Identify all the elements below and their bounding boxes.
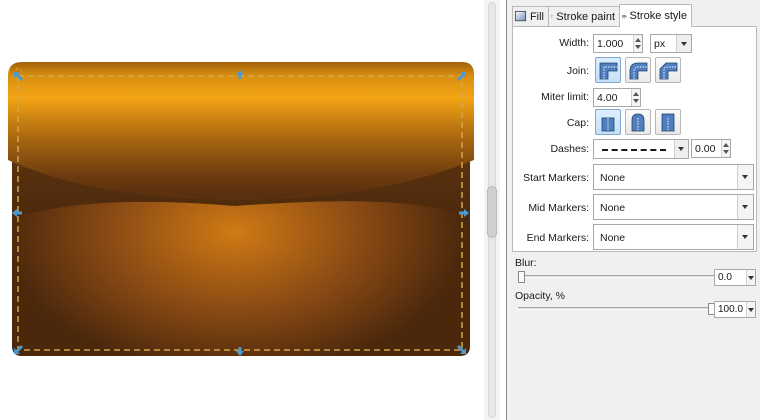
fill-swatch-icon	[515, 10, 527, 22]
end-markers-select[interactable]: None	[593, 224, 754, 250]
width-spinbox[interactable]: 1.000	[593, 34, 643, 53]
stroke-style-icon	[622, 14, 627, 18]
wallet-body	[12, 201, 470, 356]
stroke-style-page: Width: 1.000 px Join: Miter limit: 4.00 …	[512, 26, 757, 252]
miter-spin-arrows[interactable]	[631, 89, 640, 106]
fill-and-stroke-panel: Fill Stroke paint Stroke style Width: 1.…	[507, 0, 760, 420]
blur-slider-track[interactable]	[518, 275, 715, 278]
miter-limit-spinbox[interactable]: 4.00	[593, 88, 641, 107]
miter-join-button[interactable]	[595, 57, 621, 83]
round-join-button[interactable]	[625, 57, 651, 83]
blur-value-spinbox[interactable]: 0.0	[714, 269, 756, 286]
round-join-icon	[629, 62, 648, 80]
blur-slider-thumb[interactable]	[518, 271, 525, 283]
opacity-value: 100.0	[718, 304, 744, 315]
butt-cap-icon	[601, 117, 615, 132]
butt-cap-button[interactable]	[595, 109, 621, 135]
unit-value: px	[654, 38, 666, 50]
miter-limit-label: Miter limit:	[541, 91, 589, 103]
miter-limit-value: 4.00	[597, 92, 618, 104]
dash-pattern-select[interactable]	[593, 139, 689, 159]
dash-offset-spinbox[interactable]: 0.00	[691, 139, 731, 158]
scrollbar-thumb[interactable]	[487, 186, 497, 238]
start-markers-value: None	[600, 172, 626, 184]
start-markers-dropdown-arrow[interactable]	[737, 165, 753, 189]
mid-markers-value: None	[600, 202, 626, 214]
wallet-artwork[interactable]	[0, 0, 484, 420]
unit-select[interactable]: px	[650, 34, 692, 53]
start-markers-select[interactable]: None	[593, 164, 754, 190]
width-value: 1.000	[597, 38, 624, 50]
blur-spin-arrow[interactable]	[746, 270, 755, 285]
dash-offset-value: 0.00	[695, 143, 716, 155]
unit-dropdown-arrow[interactable]	[676, 35, 691, 52]
width-label: Width:	[559, 37, 589, 49]
stroke-paint-swatch-icon	[551, 15, 554, 18]
tab-fill-label: Fill	[529, 10, 544, 23]
start-markers-label: Start Markers:	[523, 172, 589, 184]
square-cap-button[interactable]	[655, 109, 681, 135]
tab-stroke-style[interactable]: Stroke style	[619, 4, 692, 27]
tab-stroke-paint-label: Stroke paint	[556, 10, 615, 23]
cap-label: Cap:	[566, 117, 589, 129]
blur-label: Blur:	[515, 257, 537, 269]
end-markers-dropdown-arrow[interactable]	[737, 225, 753, 249]
blur-value: 0.0	[718, 272, 732, 283]
mid-markers-dropdown-arrow[interactable]	[737, 195, 753, 219]
join-label: Join:	[566, 65, 589, 77]
end-markers-value: None	[600, 232, 626, 244]
width-spin-arrows[interactable]	[633, 35, 642, 52]
end-markers-label: End Markers:	[526, 232, 589, 244]
drawing-canvas[interactable]	[0, 0, 484, 420]
tab-stroke-paint[interactable]: Stroke paint	[548, 6, 620, 26]
dash-dropdown-arrow[interactable]	[674, 140, 688, 158]
bevel-join-icon	[659, 62, 678, 80]
opacity-slider-track[interactable]	[518, 307, 715, 310]
bevel-join-button[interactable]	[655, 57, 681, 83]
dash-pattern-preview	[602, 149, 666, 151]
opacity-label: Opacity, %	[515, 290, 565, 302]
round-cap-button[interactable]	[625, 109, 651, 135]
wallet-flap	[8, 62, 474, 200]
round-cap-icon	[631, 113, 645, 132]
tab-fill[interactable]: Fill	[512, 6, 549, 26]
opacity-spin-arrow[interactable]	[746, 302, 755, 317]
tab-stroke-style-label: Stroke style	[629, 10, 687, 22]
square-cap-icon	[661, 113, 675, 132]
dash-offset-spin-arrows[interactable]	[721, 140, 730, 157]
canvas-vertical-scrollbar[interactable]	[484, 0, 500, 420]
dashes-label: Dashes:	[550, 143, 589, 155]
mid-markers-label: Mid Markers:	[528, 202, 589, 214]
miter-join-icon	[599, 62, 618, 80]
mid-markers-select[interactable]: None	[593, 194, 754, 220]
tab-bar: Fill Stroke paint Stroke style	[507, 0, 760, 27]
opacity-value-spinbox[interactable]: 100.0	[714, 301, 756, 318]
